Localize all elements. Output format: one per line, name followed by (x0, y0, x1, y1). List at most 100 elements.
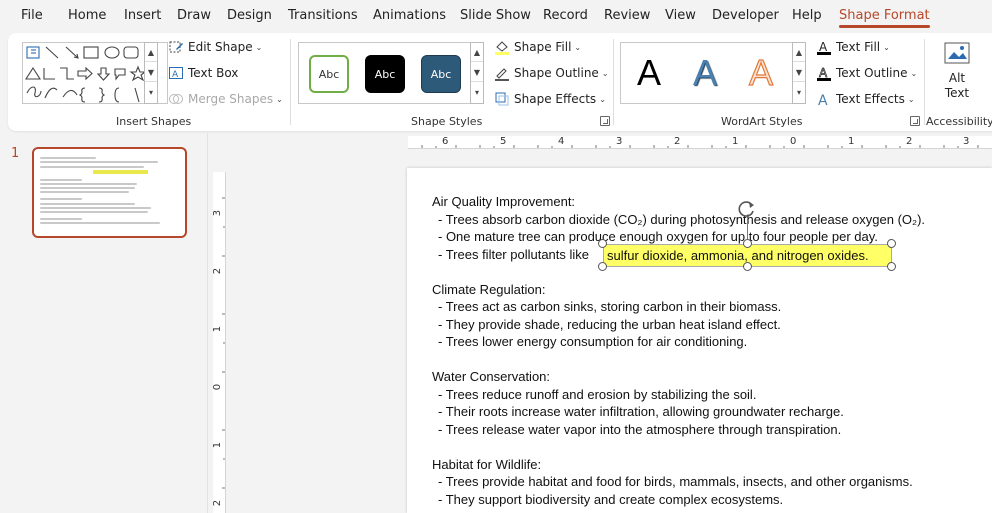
wordart-preset-orange[interactable]: A (748, 51, 773, 95)
bullet-text: - They support biodiversity and create c… (438, 491, 784, 507)
shape-style-preset-outline[interactable]: Abc (309, 55, 349, 93)
resize-handle-top-right[interactable] (887, 239, 896, 248)
paint-bucket-icon (494, 39, 510, 55)
wordart-preset-blue[interactable]: A (693, 51, 717, 95)
shape-fill-button[interactable]: Shape Fill ⌄ (494, 39, 581, 55)
vertical-ruler[interactable]: 3 2 1 0 1 2 (213, 172, 226, 513)
text-outline-button[interactable]: A Text Outline ⌄ (816, 65, 917, 81)
tab-insert[interactable]: Insert (124, 8, 161, 23)
bullet-text: - They provide shade, reducing the urban… (438, 316, 781, 332)
slide-thumbnail[interactable] (32, 147, 187, 238)
resize-handle-bottom-right[interactable] (887, 262, 896, 271)
resize-handle-bottom[interactable] (743, 262, 752, 271)
chevron-down-icon: ⌄ (910, 68, 918, 78)
tab-shape-format[interactable]: Shape Format (839, 8, 930, 28)
text-outline-icon: A (816, 65, 832, 81)
tab-animations[interactable]: Animations (373, 8, 446, 23)
ruler-tick-label: 2 (906, 136, 913, 147)
pen-icon (494, 65, 510, 81)
rotate-handle-icon[interactable] (737, 199, 757, 219)
ruler-tick-label: 0 (213, 383, 224, 391)
shape-effects-button[interactable]: Shape Effects ⌄ (494, 91, 606, 107)
tab-view[interactable]: View (665, 8, 696, 23)
scroll-up-icon[interactable]: ▲ (471, 43, 483, 62)
alt-text-label: Alt Text (944, 71, 970, 100)
tab-help[interactable]: Help (792, 8, 822, 23)
merge-shapes-label: Merge Shapes (188, 92, 274, 106)
bullet-text: - One mature tree can produce enough oxy… (438, 229, 878, 244)
wordart-preset-black[interactable]: A (637, 51, 661, 95)
bullet-text: - Trees lower energy consumption for air… (438, 334, 748, 349)
shape-styles-label: Shape Styles (411, 115, 483, 128)
text-fill-button[interactable]: A Text Fill ⌄ (816, 39, 890, 55)
section-heading: Climate Regulation: (432, 281, 546, 297)
slide-text-box[interactable]: Air Quality Improvement: - Trees absorb … (432, 193, 987, 513)
scroll-down-icon[interactable]: ▼ (145, 63, 157, 82)
ruler-tick-label: 1 (848, 136, 855, 147)
tab-developer[interactable]: Developer (712, 8, 779, 23)
scroll-down-icon[interactable]: ▼ (793, 63, 805, 82)
wordart-styles-gallery[interactable]: A A A (620, 42, 806, 104)
ruler-tick-label: 5 (500, 136, 507, 147)
chevron-down-icon: ⌄ (574, 42, 582, 52)
ruler-tick-label: 6 (442, 136, 449, 147)
chevron-down-icon: ⌄ (599, 94, 606, 104)
text-effects-button[interactable]: A Text Effects ⌄ (816, 91, 915, 109)
alt-text-button[interactable]: Alt Text (936, 41, 978, 101)
tab-slide-show[interactable]: Slide Show (460, 8, 531, 23)
shape-fill-label: Shape Fill (514, 40, 572, 54)
scroll-up-icon[interactable]: ▲ (793, 43, 805, 62)
svg-text:A: A (818, 93, 828, 107)
insert-shapes-label: Insert Shapes (116, 115, 192, 128)
more-icon[interactable]: ▾ (793, 83, 805, 102)
chevron-down-icon: ⌄ (276, 94, 283, 104)
scroll-up-icon[interactable]: ▲ (145, 43, 157, 62)
section-heading: Habitat for Wildlife: (432, 456, 542, 472)
tab-home[interactable]: Home (68, 8, 106, 23)
group-separator (290, 39, 291, 125)
ruler-tick-label: 2 (674, 136, 681, 147)
shape-style-preset-black[interactable]: Abc (365, 55, 405, 93)
resize-handle-bottom-left[interactable] (598, 262, 607, 271)
resize-handle-top[interactable] (743, 239, 752, 248)
text-box-button[interactable]: A Text Box (168, 65, 238, 81)
alt-text-icon (944, 42, 970, 64)
slide-number: 1 (11, 146, 20, 161)
text-effects-label: Text Effects (836, 92, 905, 106)
svg-text:A: A (819, 66, 828, 80)
scroll-down-icon[interactable]: ▼ (471, 63, 483, 82)
chevron-down-icon: ⌄ (601, 68, 609, 78)
vertical-ruler-ticks (222, 197, 225, 489)
bullet-text: - Their roots increase water infiltratio… (438, 404, 844, 419)
bullet-text: - Trees reduce runoff and erosion by sta… (438, 386, 757, 402)
merge-shapes-button[interactable]: Merge Shapes ⌄ (168, 91, 283, 107)
tab-draw[interactable]: Draw (177, 8, 211, 23)
shape-styles-scroll[interactable]: ▲ ▼ ▾ (470, 42, 484, 104)
shapes-gallery-scroll[interactable]: ▲ ▼ ▾ (144, 42, 158, 104)
pane-divider[interactable] (207, 133, 208, 513)
edit-shape-button[interactable]: Edit Shape ⌄ (168, 39, 262, 55)
more-icon[interactable]: ▾ (145, 83, 157, 102)
tab-design[interactable]: Design (227, 8, 272, 23)
resize-handle-top-left[interactable] (598, 239, 607, 248)
more-icon[interactable]: ▾ (471, 83, 483, 102)
shape-styles-launcher-icon[interactable] (600, 116, 610, 126)
horizontal-ruler[interactable]: 6 5 4 3 2 1 0 1 2 3 (408, 136, 992, 149)
section-climate-regulation: Climate Regulation: - Trees act as carbo… (432, 281, 987, 351)
shape-styles-gallery[interactable]: Abc Abc Abc (298, 42, 484, 104)
tab-review[interactable]: Review (604, 8, 650, 23)
wordart-styles-launcher-icon[interactable] (910, 116, 920, 126)
ruler-tick-label: 0 (790, 136, 797, 147)
shape-effects-icon (494, 91, 510, 107)
wordart-styles-scroll[interactable]: ▲ ▼ ▾ (792, 42, 806, 104)
ruler-tick-label: 1 (213, 441, 224, 449)
section-heading: Water Conservation: (432, 369, 551, 384)
section-water-conservation: Water Conservation: - Trees reduce runof… (432, 368, 987, 438)
tab-file[interactable]: File (21, 8, 43, 23)
ruler-tick-label: 1 (732, 136, 739, 147)
tab-record[interactable]: Record (543, 8, 588, 23)
tab-transitions[interactable]: Transitions (288, 8, 358, 23)
shape-style-preset-blue[interactable]: Abc (421, 55, 461, 93)
shape-outline-button[interactable]: Shape Outline ⌄ (494, 65, 609, 81)
menu-bar: File Home Insert Draw Design Transitions… (0, 0, 992, 32)
